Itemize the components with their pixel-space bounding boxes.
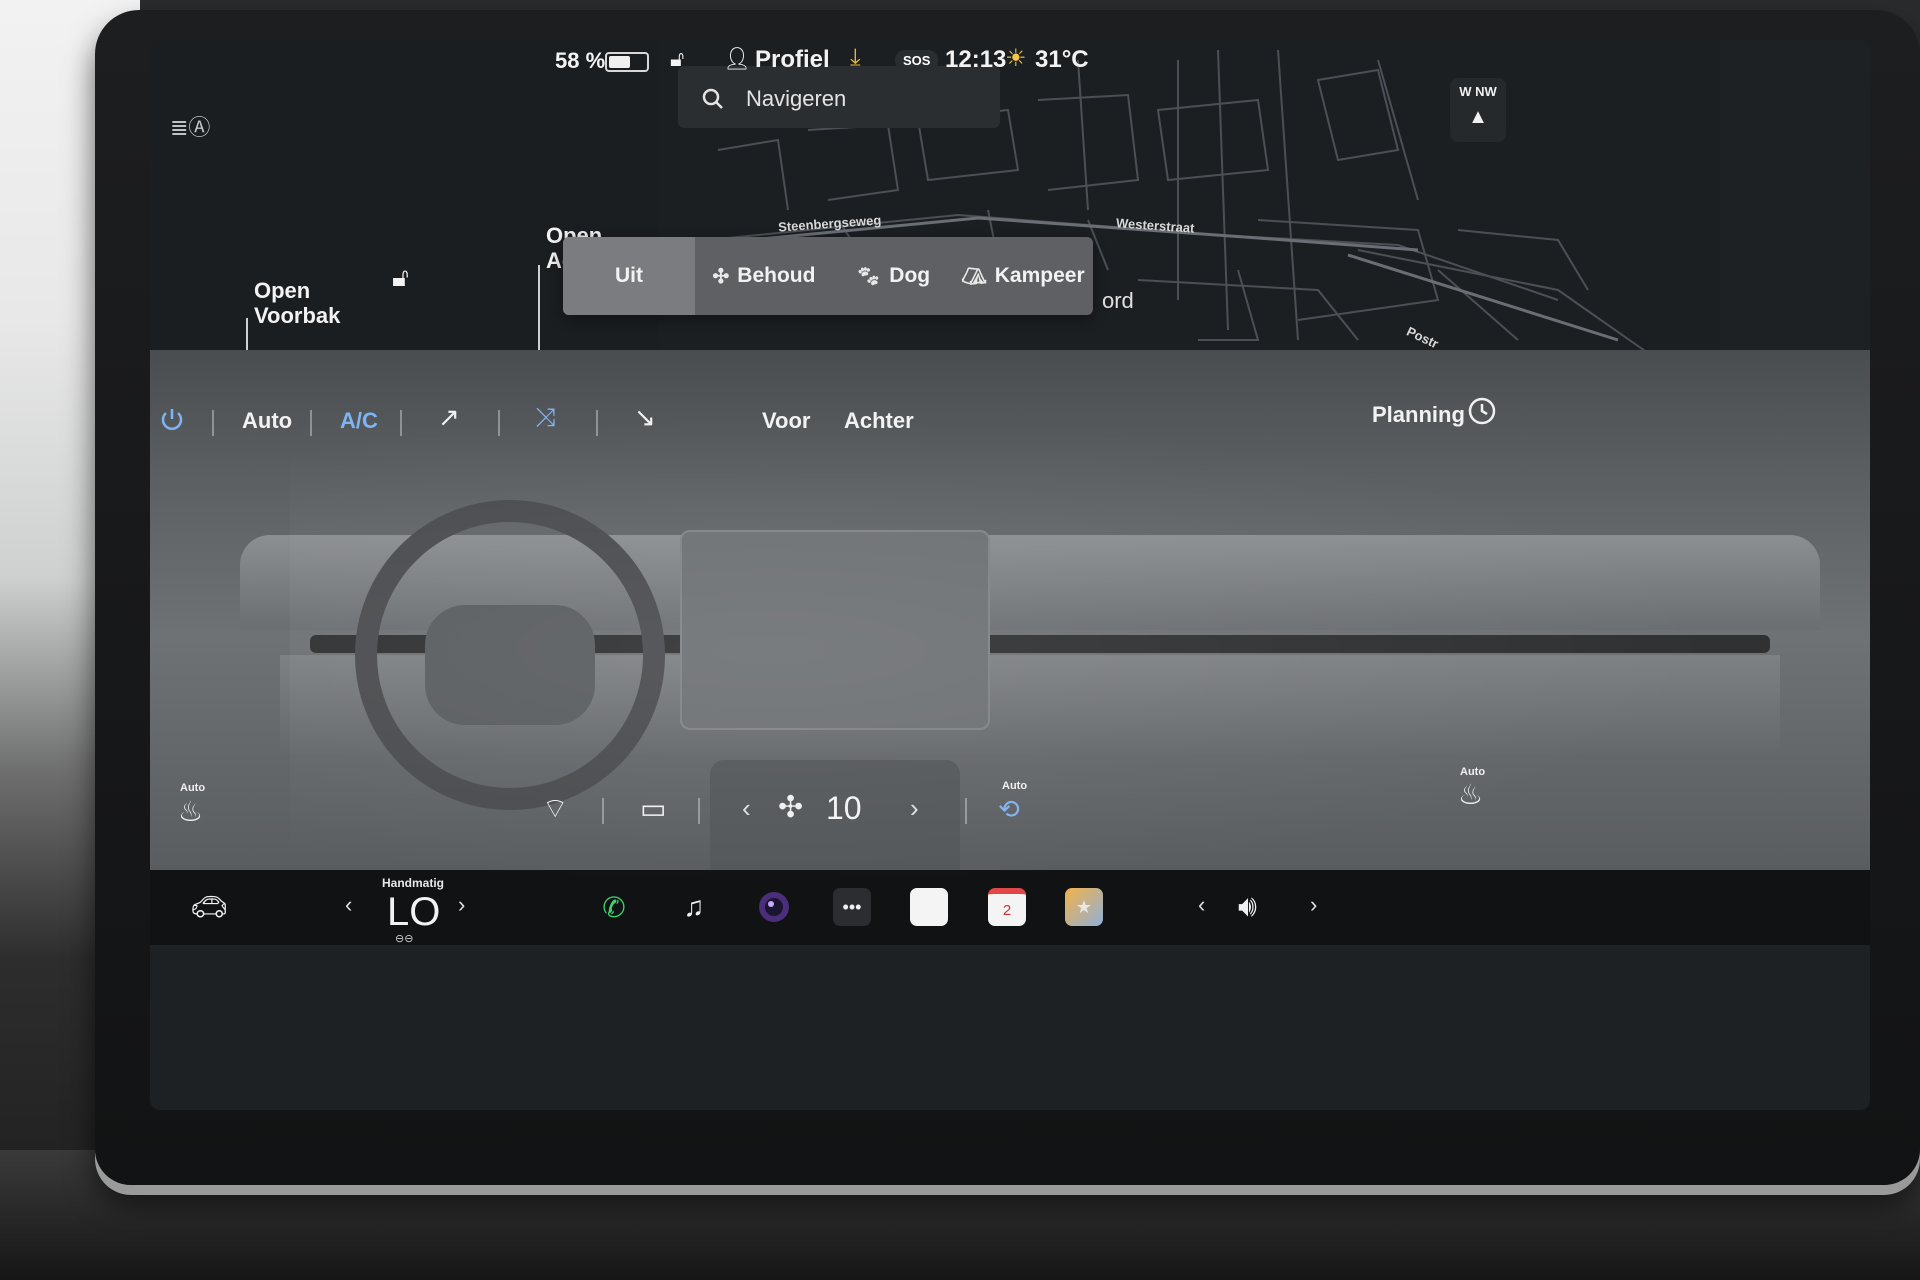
keeper-option-label: Kampeer bbox=[994, 264, 1085, 287]
sos-button[interactable]: SOS bbox=[895, 50, 939, 71]
temp-decrease-chevron-icon[interactable]: ‹ bbox=[345, 892, 352, 918]
battery-icon[interactable] bbox=[605, 52, 649, 72]
keeper-option-dog[interactable]: 🐾︎ Dog bbox=[833, 237, 953, 315]
airflow-face-icon[interactable]: ↗ bbox=[438, 402, 460, 433]
center-display-render bbox=[680, 530, 990, 730]
toybox-app-icon[interactable]: ★ bbox=[1065, 888, 1103, 926]
status-bar: 58 % 🔓︎ 👤︎ Profiel ⤓ SOS 12:13 ☀ 31°C bbox=[150, 40, 1870, 90]
keeper-option-label: Dog bbox=[889, 264, 931, 287]
map-place-label: ord bbox=[1102, 288, 1134, 313]
fan-icon: ✣ bbox=[778, 791, 804, 824]
clock-time: 12:13 bbox=[945, 46, 1007, 73]
seat-climate-mini-icon: ⊖⊖ bbox=[395, 933, 414, 945]
rear-defrost-icon[interactable]: ▭ bbox=[640, 792, 666, 825]
steering-wheel-hub bbox=[425, 605, 595, 725]
north-arrow-icon: ▲ bbox=[1468, 106, 1488, 128]
separator bbox=[310, 410, 312, 436]
keeper-option-camp[interactable]: ⛺︎ Kampeer bbox=[953, 237, 1093, 315]
tab-front[interactable]: Voor bbox=[762, 408, 810, 434]
clock-icon[interactable] bbox=[1467, 396, 1497, 426]
tab-rear[interactable]: Achter bbox=[844, 408, 914, 434]
sun-icon: ☀ bbox=[1005, 45, 1027, 72]
battery-fill bbox=[609, 56, 630, 68]
camera-lens-glyph bbox=[759, 892, 789, 922]
climate-keeper-popup: Uit ✣ Behoud 🐾︎ Dog ⛺︎ Kampeer bbox=[563, 237, 1093, 315]
phone-icon[interactable]: ✆ bbox=[595, 888, 633, 926]
separator bbox=[596, 410, 598, 436]
outside-temperature: 31°C bbox=[1035, 46, 1089, 73]
tent-icon: ⛺︎ bbox=[961, 265, 987, 288]
separator bbox=[965, 798, 967, 824]
lock-status-icon[interactable]: 🔓︎ bbox=[670, 46, 684, 72]
separator bbox=[400, 410, 402, 436]
volume-increase-chevron-icon[interactable]: › bbox=[1310, 892, 1317, 918]
calendar-app-icon[interactable]: 2 bbox=[988, 888, 1026, 926]
keeper-option-label: Behoud bbox=[737, 264, 816, 287]
auto-headlights-icon[interactable]: ≣Ⓐ bbox=[170, 110, 210, 144]
auto-button[interactable]: Auto bbox=[242, 408, 292, 434]
seat-heat-auto-tag-right: Auto bbox=[1460, 766, 1486, 778]
unlock-icon[interactable]: 🔓︎ bbox=[392, 262, 409, 294]
profile-button[interactable]: Profiel bbox=[755, 46, 830, 74]
volume-icon[interactable]: 🔊︎ bbox=[1238, 890, 1257, 924]
fan-keep-icon: ✣ bbox=[712, 265, 730, 288]
separator bbox=[698, 798, 700, 824]
more-apps-icon[interactable]: ••• bbox=[833, 888, 871, 926]
battery-percent: 58 % bbox=[555, 48, 606, 73]
calendar-day: 2 bbox=[1002, 901, 1012, 919]
airflow-feet-icon[interactable]: ↘ bbox=[634, 402, 656, 433]
notes-app-icon[interactable] bbox=[910, 888, 948, 926]
software-update-icon[interactable]: ⤓ bbox=[850, 44, 861, 72]
fan-speed-value: 10 bbox=[826, 790, 862, 826]
fan-decrease-chevron-icon[interactable]: ‹ bbox=[742, 793, 751, 824]
separator bbox=[602, 798, 604, 824]
cabin-temperature-value[interactable]: LO bbox=[387, 890, 440, 935]
keeper-option-label: Uit bbox=[615, 264, 643, 287]
planning-button[interactable]: Planning bbox=[1372, 402, 1465, 428]
climate-power-icon[interactable] bbox=[158, 406, 186, 434]
music-icon[interactable]: ♫ bbox=[675, 888, 713, 926]
volume-decrease-chevron-icon[interactable]: ‹ bbox=[1198, 892, 1205, 918]
recirculation-icon[interactable]: ⟲ bbox=[998, 794, 1020, 825]
recirculation-auto-tag: Auto bbox=[1002, 780, 1028, 792]
airflow-face-feet-icon[interactable]: ⤨ bbox=[535, 402, 556, 434]
front-defrost-icon[interactable]: ⌔ bbox=[542, 792, 568, 827]
keeper-option-keep[interactable]: ✣ Behoud bbox=[695, 237, 833, 315]
open-frunk-button[interactable]: Open Voorbak bbox=[254, 278, 374, 328]
seat-heat-auto-tag: Auto bbox=[180, 782, 206, 794]
keeper-option-off[interactable]: Uit bbox=[563, 237, 695, 315]
driver-seat-heater-icon[interactable]: ♨ bbox=[178, 795, 203, 828]
car-icon[interactable]: 🚗︎ bbox=[190, 890, 228, 925]
camera-icon[interactable] bbox=[755, 888, 793, 926]
search-icon bbox=[702, 88, 723, 109]
passenger-seat-heater-icon[interactable]: ♨ bbox=[1458, 778, 1483, 811]
climate-mode-label: Handmatig bbox=[382, 876, 445, 890]
fan-increase-chevron-icon[interactable]: › bbox=[910, 793, 919, 824]
separator bbox=[498, 410, 500, 436]
profile-icon[interactable]: 👤︎ bbox=[723, 46, 751, 72]
climate-control-panel: Auto A/C ↗ ⤨ ↘ Voor Achter Planning Auto… bbox=[150, 350, 1870, 870]
temp-increase-chevron-icon[interactable]: › bbox=[458, 892, 465, 918]
bottom-dock: 🚗︎ ‹ Handmatig LO ⊖⊖ › ✆ ♫ ••• 2 ★ ‹ 🔊︎ … bbox=[150, 870, 1870, 945]
paw-icon: 🐾︎ bbox=[855, 265, 882, 288]
touchscreen: ≣Ⓐ Open Voorbak 🔓︎ Open Ac Steenbergsewe… bbox=[150, 40, 1870, 1110]
separator bbox=[212, 410, 214, 436]
ac-button[interactable]: A/C bbox=[340, 408, 378, 434]
